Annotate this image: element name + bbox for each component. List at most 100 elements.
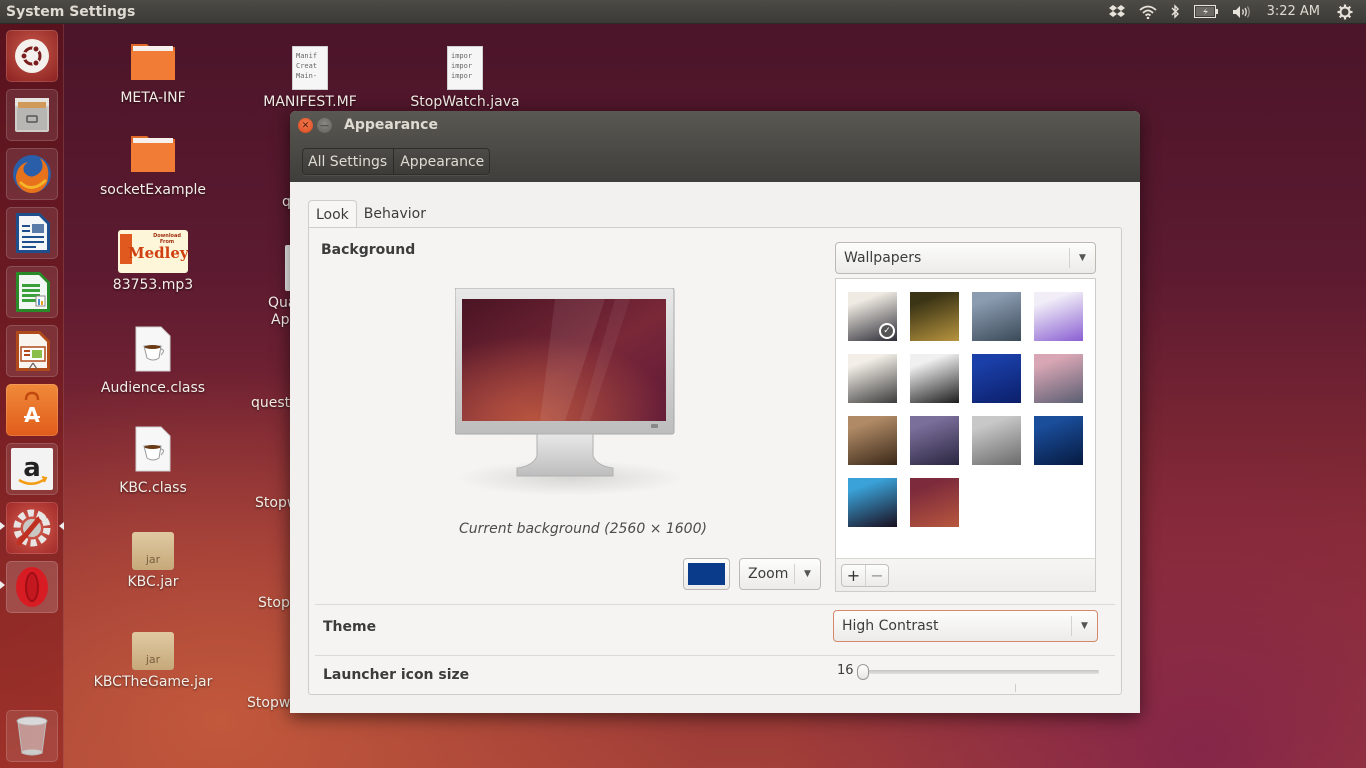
launcher-icon-size-label: Launcher icon size <box>323 667 470 683</box>
wifi-icon[interactable] <box>1132 0 1164 24</box>
desktop-icon-label-clipped[interactable]: Stopw <box>247 695 290 711</box>
desktop-icon-label: MANIFEST.MF <box>263 94 357 110</box>
folder-icon <box>131 44 175 80</box>
preview-line: impor <box>451 72 473 80</box>
background-mode-dropdown[interactable]: Zoom ▼ <box>739 558 821 590</box>
wallpaper-thumb-ubuntu-warty[interactable] <box>910 478 959 527</box>
preview-line: Creat <box>296 62 318 70</box>
wallpaper-thumb-tunnel[interactable] <box>848 416 897 465</box>
background-color-button[interactable] <box>683 558 730 590</box>
active-window-indicator <box>59 522 64 530</box>
launcher: A a <box>0 24 64 768</box>
breadcrumb-all-settings[interactable]: All Settings <box>302 148 393 175</box>
wallpaper-thumb-misty-shore[interactable] <box>848 354 897 403</box>
wallpaper-thumb-mushrooms[interactable] <box>910 292 959 341</box>
wallpaper-thumb-white-curve[interactable] <box>910 354 959 403</box>
desktop-icon-kbcthegame-jar[interactable]: jar KBCTheGame.jar <box>93 632 213 690</box>
wallpaper-thumb-stormy-sea[interactable] <box>972 292 1021 341</box>
dropbox-icon[interactable] <box>1102 0 1132 24</box>
desktop-icon-label-clipped[interactable]: quest <box>251 395 290 411</box>
desktop-icon-manifest-mf[interactable]: Manif Creat Main- MANIFEST.MF <box>250 46 370 110</box>
wallpaper-grid: ✓ <box>835 278 1096 558</box>
thumb-text: Medley <box>128 244 188 262</box>
minimize-icon: — <box>320 120 329 131</box>
launcher-item-impress[interactable] <box>6 325 58 377</box>
file-cabinet-icon <box>15 98 49 132</box>
launcher-icon-size-slider[interactable]: 16 <box>837 661 1099 692</box>
desktop-icon-stopwatch-java[interactable]: impor impor impor StopWatch.java <box>405 46 525 110</box>
wallpaper-thumb-plane-sky[interactable] <box>972 416 1021 465</box>
wallpaper-toolbar: + − <box>835 558 1096 592</box>
desktop-icon-label-clipped[interactable]: Ap <box>271 312 289 328</box>
wallpaper-source-value: Wallpapers <box>844 250 922 266</box>
launcher-item-calc[interactable] <box>6 266 58 318</box>
wallpaper-thumb-pink-reflection[interactable] <box>1034 354 1083 403</box>
desktop-icon-label: KBC.class <box>119 480 187 496</box>
desktop-icon-label: KBCTheGame.jar <box>93 674 213 690</box>
minimize-button[interactable]: — <box>317 118 332 133</box>
desktop-icon-kbc-jar[interactable]: jar KBC.jar <box>93 532 213 590</box>
theme-dropdown[interactable]: High Contrast ▼ <box>833 610 1098 642</box>
close-icon: ✕ <box>301 120 310 131</box>
text-file-icon: Manif Creat Main- <box>292 46 328 90</box>
breadcrumb: All Settings Appearance <box>302 148 491 175</box>
launcher-item-writer[interactable] <box>6 207 58 259</box>
tab-bar: Look Behavior <box>308 200 433 228</box>
launcher-item-firefox[interactable] <box>6 148 58 200</box>
divider <box>315 604 1115 605</box>
launcher-item-amazon[interactable]: a <box>6 443 58 495</box>
calc-icon <box>16 272 50 312</box>
svg-text:a: a <box>23 453 41 483</box>
wallpaper-source-dropdown[interactable]: Wallpapers ▼ <box>835 242 1096 274</box>
desktop-icon-socketexample[interactable]: socketExample <box>93 132 213 198</box>
battery-icon[interactable] <box>1187 0 1225 24</box>
launcher-item-opera[interactable] <box>6 561 58 613</box>
gear-icon[interactable] <box>1330 0 1360 24</box>
slider-handle[interactable] <box>857 664 869 680</box>
remove-wallpaper-button[interactable]: − <box>865 565 888 586</box>
look-panel: Background Current background (2560 × 16… <box>308 227 1122 695</box>
add-wallpaper-button[interactable]: + <box>842 565 865 586</box>
desktop-icon-kbc-class[interactable]: KBC.class <box>93 426 213 496</box>
desktop-icon-label: META-INF <box>120 90 186 106</box>
ubuntu-logo-icon <box>15 39 49 73</box>
preview-line: impor <box>451 62 473 70</box>
background-label: Background <box>321 242 416 258</box>
wallpaper-thumb-purple-flowers[interactable] <box>1034 292 1083 341</box>
jar-badge: jar <box>145 553 161 566</box>
bluetooth-icon[interactable] <box>1164 0 1187 24</box>
desktop-icon-label-clipped[interactable]: Stop <box>258 595 290 611</box>
desktop-icon-meta-inf[interactable]: META-INF <box>93 40 213 106</box>
slider-track[interactable] <box>859 670 1099 674</box>
launcher-item-trash[interactable] <box>6 710 58 762</box>
color-swatch <box>688 563 725 585</box>
window-titlebar[interactable]: ✕ — Appearance All Settings Appearance <box>290 111 1140 182</box>
launcher-item-files[interactable] <box>6 89 58 141</box>
tab-behavior[interactable]: Behavior <box>357 200 433 228</box>
wallpaper-thumb-aurora-mountain[interactable] <box>848 478 897 527</box>
breadcrumb-appearance[interactable]: Appearance <box>393 148 490 175</box>
clock[interactable]: 3:22 AM <box>1257 0 1330 24</box>
preview-line: Main- <box>296 72 318 80</box>
launcher-item-dash[interactable] <box>6 30 58 82</box>
slider-value: 16 <box>837 663 854 678</box>
wallpaper-thumb-blue-particles[interactable] <box>1034 416 1083 465</box>
desktop-icon-label: socketExample <box>99 182 206 198</box>
desktop-icon-label: Audience.class <box>100 380 206 396</box>
tab-look[interactable]: Look <box>308 200 357 228</box>
launcher-item-system-settings[interactable] <box>6 502 58 554</box>
opera-icon <box>16 567 48 607</box>
wallpaper-thumb-blue-jellyfish[interactable] <box>972 354 1021 403</box>
volume-icon[interactable] <box>1225 0 1257 24</box>
preview-line: impor <box>451 52 473 60</box>
desktop-icon-83753-mp3[interactable]: Download From Medley 83753.mp3 <box>93 230 213 293</box>
close-button[interactable]: ✕ <box>298 118 313 133</box>
desktop-icon-label: 83753.mp3 <box>112 277 194 293</box>
wallpaper-thumb-foggy-hills[interactable]: ✓ <box>848 292 897 341</box>
appearance-window: ✕ — Appearance All Settings Appearance L… <box>290 111 1140 713</box>
wallpaper-thumb-wet-road[interactable] <box>910 416 959 465</box>
launcher-item-software-center[interactable]: A <box>6 384 58 436</box>
chevron-down-icon: ▼ <box>794 564 820 584</box>
divider <box>315 655 1115 656</box>
desktop-icon-audience-class[interactable]: Audience.class <box>93 326 213 396</box>
